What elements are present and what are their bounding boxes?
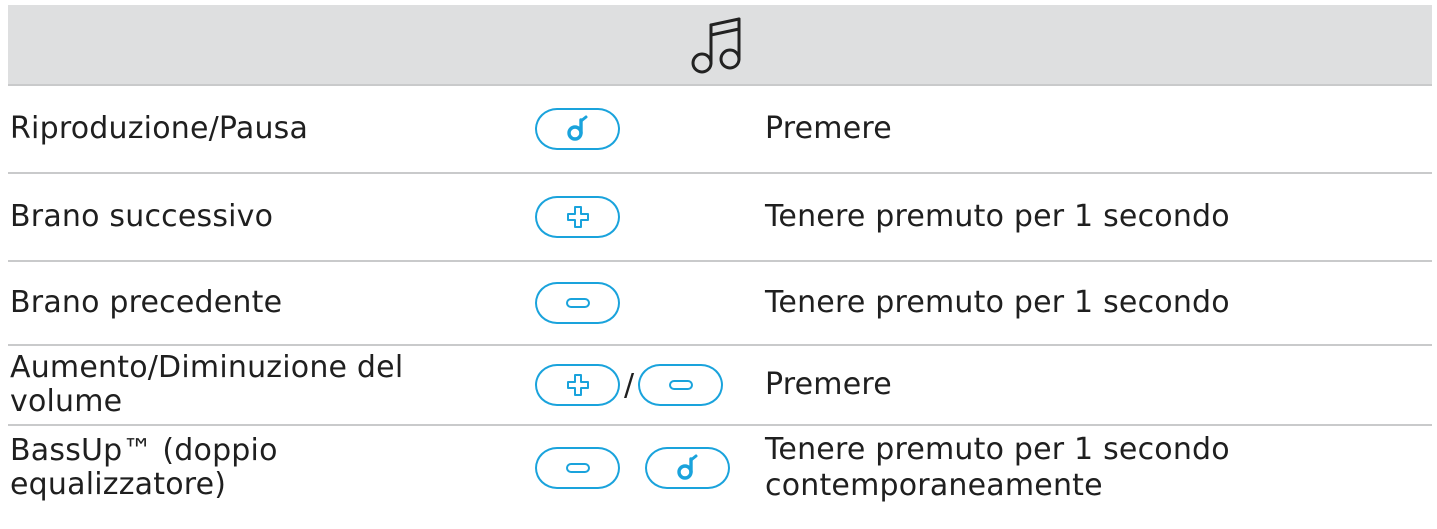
table-row: Brano successivo Tenere premuto per 1 se… — [8, 174, 1432, 262]
table-header — [8, 5, 1432, 86]
row-buttons — [535, 86, 620, 172]
row-label: Brano successivo — [10, 199, 274, 234]
play-pause-button — [535, 108, 620, 150]
minus-button — [535, 446, 620, 489]
minus-icon — [564, 461, 592, 475]
plus-button — [535, 196, 620, 238]
table-row: BassUp™ (doppio equalizzatore) Tenere pr… — [8, 426, 1432, 509]
row-action: Tenere premuto per 1 secondo — [765, 199, 1230, 234]
row-label: Brano precedente — [10, 285, 283, 320]
row-label: BassUp™ (doppio equalizzatore) — [10, 432, 278, 502]
row-buttons — [535, 174, 620, 260]
music-note-icon — [684, 13, 756, 77]
play-pause-icon — [563, 114, 593, 144]
row-buttons: / — [535, 346, 724, 424]
row-action: Premere — [765, 367, 892, 402]
minus-button — [535, 282, 620, 324]
row-label: Riproduzione/Pausa — [10, 111, 309, 146]
table-row: Brano precedente Tenere premuto per 1 se… — [8, 262, 1432, 346]
play-pause-icon — [673, 453, 703, 483]
plus-icon — [565, 204, 591, 230]
row-action: Tenere premuto per 1 secondo — [765, 285, 1230, 320]
row-action: Premere — [765, 111, 892, 146]
minus-icon — [667, 378, 695, 392]
plus-icon — [565, 372, 591, 398]
minus-button — [638, 364, 724, 406]
row-buttons — [535, 262, 620, 344]
play-pause-button — [645, 446, 730, 489]
row-buttons — [535, 426, 730, 509]
controls-table: Riproduzione/Pausa Premere Brano success… — [8, 5, 1432, 509]
button-separator: / — [624, 367, 635, 403]
row-label: Aumento/Diminuzione del volume — [10, 350, 404, 419]
plus-button — [535, 364, 620, 406]
row-action: Tenere premuto per 1 secondo contemporan… — [765, 431, 1230, 503]
table-row: Aumento/Diminuzione del volume / Premere — [8, 346, 1432, 426]
minus-icon — [564, 296, 592, 310]
table-row: Riproduzione/Pausa Premere — [8, 86, 1432, 174]
